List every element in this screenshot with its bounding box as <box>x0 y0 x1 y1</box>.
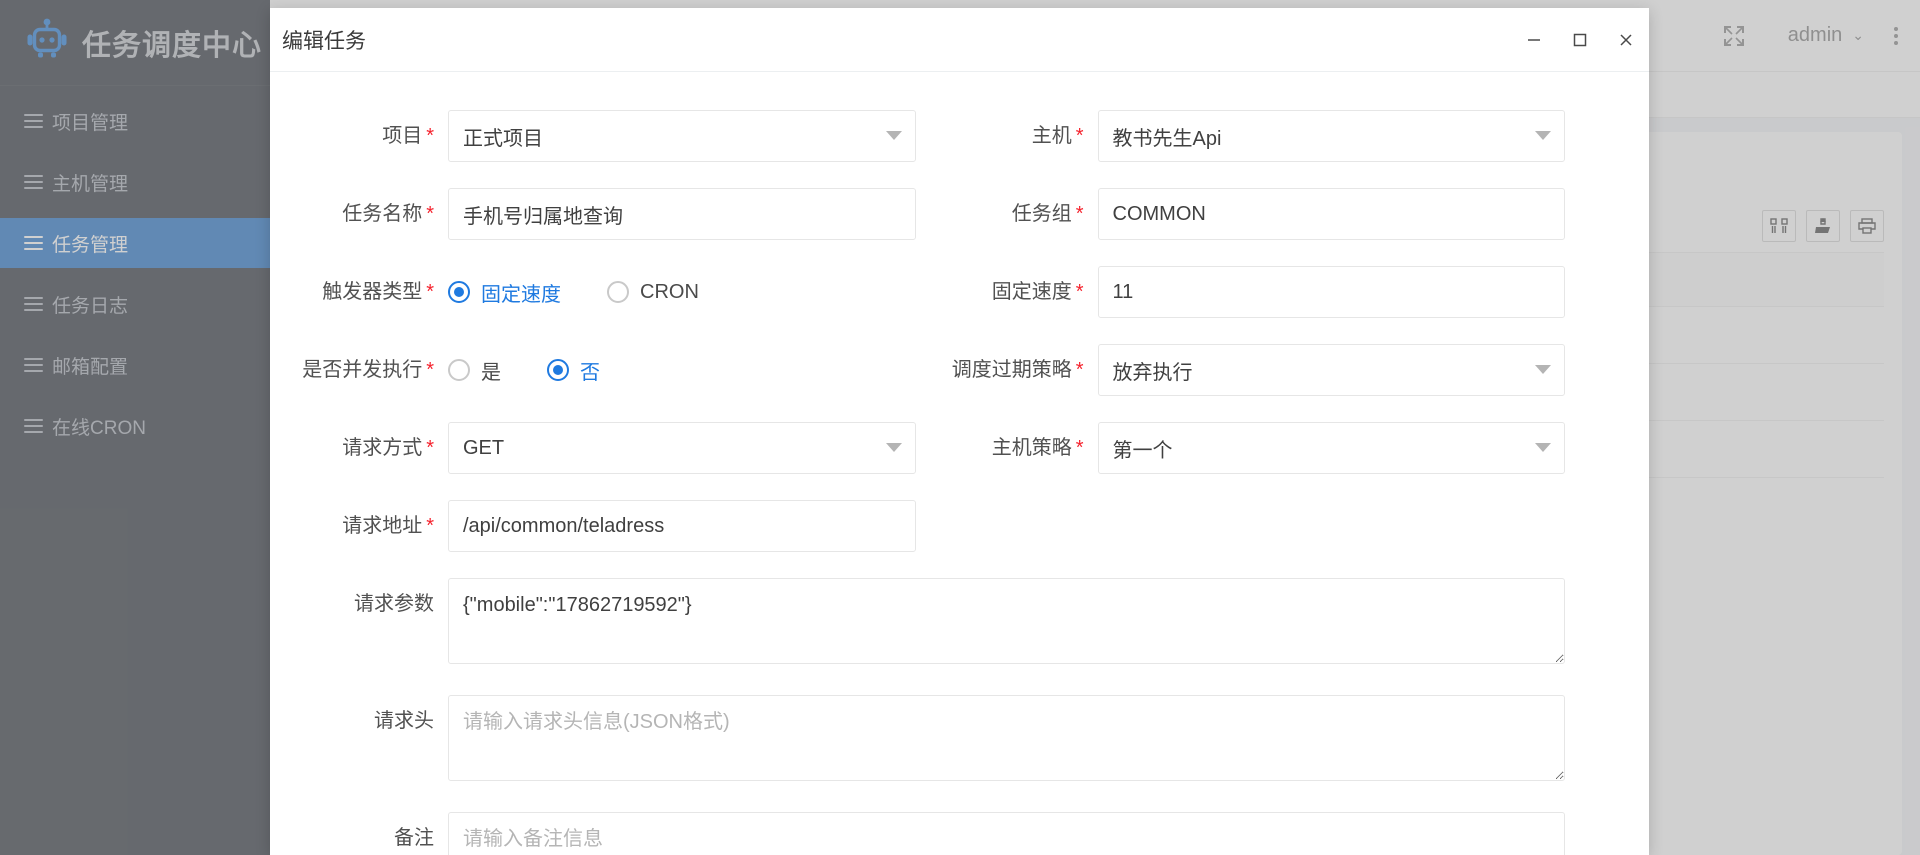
form-field-request-method: 请求方式 * <box>280 414 930 492</box>
dialog-header: 编辑任务 <box>270 8 1649 72</box>
field-label-wrapper: 固定速度 * <box>930 266 1098 318</box>
host-select[interactable] <box>1097 110 1565 162</box>
form-field-host: 主机 * <box>930 102 1580 180</box>
field-label-wrapper: 主机 * <box>930 110 1098 162</box>
field-label-wrapper: 备注 <box>280 812 448 855</box>
concurrent-option-no[interactable]: 否 <box>547 356 600 385</box>
project-select[interactable] <box>448 110 916 162</box>
task-group-input[interactable] <box>1097 188 1565 240</box>
radio-label: CRON <box>640 280 699 303</box>
field-label-wrapper: 项目 * <box>280 110 448 162</box>
dialog-title: 编辑任务 <box>282 29 366 53</box>
form-field-task-group: 任务组 * <box>930 180 1580 258</box>
minimize-icon[interactable] <box>1511 8 1557 71</box>
edit-task-form: 项目* 主机* <box>280 102 1579 855</box>
field-label: 调度过期策略 <box>951 359 1072 381</box>
form-field-trigger-type: 触发器类型 * 固定速度 CRON <box>280 258 930 336</box>
host-policy-select[interactable] <box>1097 422 1565 474</box>
form-spacer <box>930 492 1580 570</box>
required-marker: * <box>1075 359 1084 381</box>
request-params-textarea[interactable]: {"mobile":"17862719592"} <box>448 578 1565 664</box>
trigger-type-option-cron[interactable]: CRON <box>607 281 699 304</box>
form-field-request-headers: 请求头 <box>280 687 1579 804</box>
required-marker: * <box>1075 125 1084 147</box>
field-label-wrapper: 任务名称 * <box>280 188 448 240</box>
field-label: 是否并发执行 <box>302 359 423 381</box>
field-label: 请求参数 <box>354 593 434 615</box>
field-label-wrapper: 请求方式 * <box>280 422 448 474</box>
required-marker: * <box>1075 281 1084 303</box>
trigger-type-radio-group: 固定速度 CRON <box>448 266 916 318</box>
request-url-input[interactable] <box>448 500 916 552</box>
field-label-wrapper: 是否并发执行 * <box>280 344 448 396</box>
field-label: 主机策略 <box>991 437 1072 459</box>
task-name-input[interactable] <box>448 188 916 240</box>
field-label: 请求方式 <box>342 437 423 459</box>
radio-icon <box>607 281 629 303</box>
form-field-request-url: 请求地址 * <box>280 492 930 570</box>
remark-textarea[interactable] <box>448 812 1565 855</box>
trigger-type-option-fixed-rate[interactable]: 固定速度 <box>448 278 561 307</box>
form-field-request-params: 请求参数 {"mobile":"17862719592"} <box>280 570 1579 687</box>
concurrent-option-yes[interactable]: 是 <box>448 356 501 385</box>
field-label: 任务组 <box>1011 203 1072 225</box>
concurrent-radio-group: 是 否 <box>448 344 916 396</box>
required-marker: * <box>426 203 434 225</box>
fixed-rate-input[interactable] <box>1097 266 1565 318</box>
field-label-wrapper: 主机策略 * <box>930 422 1098 474</box>
field-label-wrapper: 任务组 * <box>930 188 1098 240</box>
radio-icon <box>448 281 470 303</box>
field-label: 固定速度 <box>991 281 1072 303</box>
required-marker: * <box>426 125 434 147</box>
field-label: 主机 <box>1031 125 1072 147</box>
required-marker: * <box>426 437 434 459</box>
required-marker: * <box>426 359 434 381</box>
field-label: 任务名称 <box>342 203 423 225</box>
dialog-window-buttons <box>1511 8 1649 71</box>
form-field-project: 项目 * <box>280 102 930 180</box>
radio-label: 固定速度 <box>481 283 561 306</box>
required-marker: * <box>1075 437 1084 459</box>
dialog-body[interactable]: 项目* 主机* <box>270 72 1649 855</box>
misfire-policy-select[interactable] <box>1097 344 1565 396</box>
required-marker: * <box>1075 203 1084 225</box>
form-field-host-policy: 主机策略 * <box>930 414 1580 492</box>
field-label: 备注 <box>394 827 434 849</box>
field-label-wrapper: 请求地址 * <box>280 500 448 552</box>
field-label-wrapper: 请求参数 <box>280 578 448 630</box>
edit-task-dialog: 编辑任务 项目 * 正式项目 主机 * 教书先生Api 任务名称 * 手机号归属… <box>270 8 1649 855</box>
field-label-wrapper: 请求头 <box>280 695 448 747</box>
field-label: 请求地址 <box>342 515 423 537</box>
field-label-wrapper: 调度过期策略 * <box>930 344 1098 396</box>
radio-icon <box>547 359 569 381</box>
form-field-concurrent: 是否并发执行 * 是 否 <box>280 336 930 414</box>
close-icon[interactable] <box>1603 8 1649 71</box>
field-label: 项目 <box>382 125 423 147</box>
required-marker: * <box>426 515 434 537</box>
form-field-fixed-rate: 固定速度 * <box>930 258 1580 336</box>
maximize-icon[interactable] <box>1557 8 1603 71</box>
field-label-wrapper: 触发器类型 * <box>280 266 448 318</box>
request-headers-textarea[interactable] <box>448 695 1565 781</box>
required-marker: * <box>426 281 434 303</box>
field-label: 触发器类型 <box>322 281 423 303</box>
radio-icon <box>448 359 470 381</box>
form-field-misfire-policy: 调度过期策略 * <box>930 336 1580 414</box>
form-field-task-name: 任务名称 * <box>280 180 930 258</box>
form-field-remark: 备注 <box>280 804 1579 855</box>
request-method-select[interactable] <box>448 422 916 474</box>
radio-label: 否 <box>580 361 600 384</box>
radio-label: 是 <box>481 361 501 384</box>
field-label: 请求头 <box>374 710 434 732</box>
